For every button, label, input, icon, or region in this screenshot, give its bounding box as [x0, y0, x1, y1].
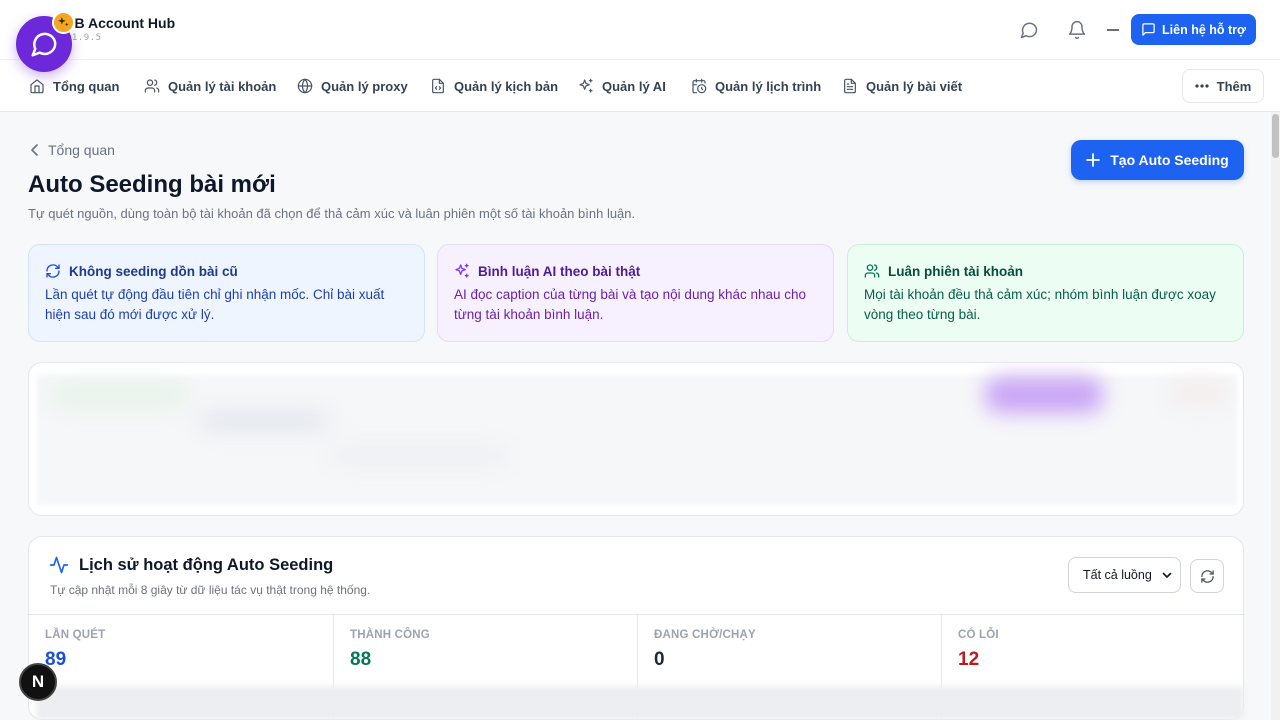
app-version: v1.9.5	[66, 33, 102, 43]
info-card-text: Lần quét tự động đầu tiên chỉ ghi nhận m…	[45, 287, 385, 322]
nav-label: Quản lý tài khoản	[168, 78, 277, 94]
globe-icon	[297, 78, 313, 94]
stat-value: 0	[654, 649, 665, 670]
nav-item-posts[interactable]: Quản lý bài viết	[842, 78, 962, 94]
stat-label: Lần quét	[45, 629, 106, 641]
nav-item-scripts[interactable]: Quản lý kịch bản	[430, 78, 558, 94]
history-subtitle: Tự cập nhật mỗi 8 giây từ dữ liệu tác vụ…	[50, 583, 371, 597]
sparkle-badge-icon	[52, 11, 75, 34]
breadcrumb-label: Tổng quan	[48, 142, 115, 158]
refresh-icon	[1200, 569, 1214, 583]
chevron-down-icon	[1162, 572, 1172, 578]
support-label: Liên hệ hỗ trợ	[1162, 22, 1246, 37]
chat-icon	[1142, 23, 1155, 36]
placeholder-blob	[1169, 381, 1229, 407]
scrollbar-track[interactable]	[1271, 112, 1280, 720]
create-auto-seeding-button[interactable]: Tạo Auto Seeding	[1071, 140, 1244, 180]
chevron-left-icon	[31, 144, 38, 156]
stat-value: 89	[45, 649, 67, 670]
chat-bubble-icon	[31, 32, 57, 57]
nav-item-proxy[interactable]: Quản lý proxy	[297, 78, 408, 94]
stat-label: Đang chờ/chạy	[654, 629, 756, 641]
history-title: Lịch sử hoạt động Auto Seeding	[79, 555, 334, 574]
plus-icon	[1086, 153, 1101, 167]
placeholder-blob	[199, 411, 329, 431]
thread-filter-select[interactable]: Tất cả luồng	[1068, 557, 1181, 593]
file-text-icon	[844, 78, 856, 94]
more-menu-button[interactable]: Thêm	[1182, 69, 1264, 103]
message-icon[interactable]	[1019, 20, 1039, 40]
users-icon	[864, 264, 880, 278]
calendar-clock-icon	[692, 78, 707, 94]
nav-label: Quản lý lịch trình	[715, 78, 822, 94]
stat-value: 88	[350, 649, 372, 670]
nav-label: Tổng quan	[53, 78, 120, 94]
stat-value: 12	[958, 649, 980, 670]
nav-item-schedule[interactable]: Quản lý lịch trình	[691, 78, 821, 94]
nav-label: Quản lý bài viết	[866, 78, 963, 94]
users-icon	[144, 79, 160, 93]
info-card-title: Bình luận AI theo bài thật	[478, 263, 641, 279]
file-code-icon	[432, 78, 444, 94]
loading-placeholder	[36, 686, 1244, 720]
create-label: Tạo Auto Seeding	[1110, 152, 1229, 168]
home-icon	[30, 79, 44, 94]
info-card-account-rotation: Luân phiên tài khoản Mọi tài khoản đều t…	[847, 244, 1244, 342]
nav-label: Quản lý AI	[602, 78, 666, 94]
sparkles-icon	[455, 263, 469, 278]
nav-item-overview[interactable]: Tổng quan	[29, 78, 119, 94]
placeholder-blob	[329, 447, 509, 465]
nav-item-accounts[interactable]: Quản lý tài khoản	[144, 78, 276, 94]
activity-icon	[49, 556, 69, 574]
placeholder-blob	[984, 377, 1104, 413]
info-card-ai-comments: Bình luận AI theo bài thật AI đọc captio…	[437, 244, 834, 342]
info-card-no-old-posts: Không seeding dồn bài cũ Lần quét tự độn…	[28, 244, 425, 342]
sparkles-icon	[579, 78, 593, 93]
top-header: FB Account Hub v1.9.5 Liên hệ hỗ trợ	[0, 0, 1280, 60]
ellipsis-icon	[1195, 84, 1209, 88]
loading-panel	[28, 362, 1244, 516]
bell-icon[interactable]	[1067, 20, 1087, 40]
brand: FB Account Hub v1.9.5	[66, 15, 175, 43]
info-card-text: Mọi tài khoản đều thả cảm xúc; nhóm bình…	[864, 287, 1216, 322]
scrollbar-thumb[interactable]	[1272, 114, 1279, 158]
more-label: Thêm	[1216, 78, 1252, 94]
stat-label: Thành công	[350, 629, 430, 641]
minimize-icon[interactable]	[1103, 20, 1123, 40]
support-button[interactable]: Liên hệ hỗ trợ	[1131, 14, 1256, 45]
nav-item-ai[interactable]: Quản lý AI	[578, 78, 666, 94]
breadcrumb[interactable]: Tổng quan	[30, 142, 115, 158]
refresh-icon	[46, 264, 60, 278]
info-card-text: AI đọc caption của từng bài và tạo nội d…	[454, 287, 807, 322]
app-name: FB Account Hub	[66, 15, 176, 31]
main-nav: Tổng quan Quản lý tài khoản Quản lý prox…	[0, 60, 1280, 112]
refresh-button[interactable]	[1190, 559, 1224, 593]
nav-label: Quản lý kịch bản	[454, 78, 559, 94]
stat-label: Có lỗi	[958, 629, 999, 641]
placeholder-blob	[49, 383, 189, 409]
info-card-title: Luân phiên tài khoản	[888, 263, 1024, 279]
page-title: Auto Seeding bài mới	[28, 171, 276, 198]
nav-label: Quản lý proxy	[321, 78, 408, 94]
page-subtitle: Tự quét nguồn, dùng toàn bộ tài khoản đã…	[28, 206, 636, 221]
dev-tools-badge[interactable]: N	[19, 663, 57, 701]
filter-value: Tất cả luồng	[1083, 568, 1152, 582]
info-card-title: Không seeding dồn bài cũ	[69, 263, 238, 279]
